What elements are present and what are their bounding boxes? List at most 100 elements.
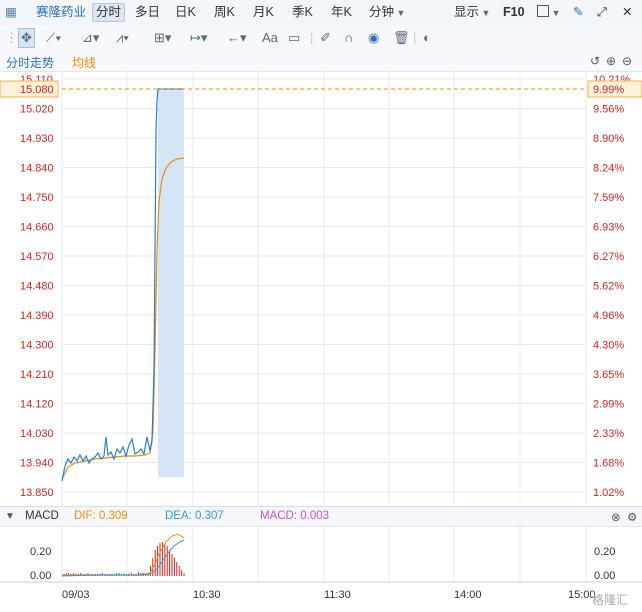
pct-tick: 7.59% xyxy=(593,192,624,204)
close-icon[interactable]: ✕ xyxy=(622,4,632,21)
pct-tick: 6.27% xyxy=(593,251,624,263)
percent-axis: 10.21%9.56%8.90%8.24%7.59%6.93%6.27%5.62… xyxy=(593,74,631,529)
price-tick: 14.840 xyxy=(20,163,54,175)
price-tick: 14.570 xyxy=(20,251,54,263)
minute-label: 分钟 xyxy=(369,5,395,19)
drag-handle-icon[interactable]: ⋮ xyxy=(5,29,18,47)
macd-header: ▼ MACD DIF: 0.309 DEA: 0.307 MACD: 0.003… xyxy=(0,506,642,527)
chart-grid xyxy=(61,71,587,522)
arrow-tool-icon[interactable]: ←▾ xyxy=(227,29,247,47)
visibility-icon[interactable]: ◉ xyxy=(368,29,379,47)
pen-icon[interactable]: ✎ xyxy=(573,4,583,21)
price-tick: 13.850 xyxy=(20,487,54,499)
macd-title[interactable]: MACD xyxy=(25,510,59,522)
period-tab-fenshi[interactable]: 分时 xyxy=(92,3,126,22)
period-tab-week-k[interactable]: 周K xyxy=(214,4,235,21)
pct-tick: 6.93% xyxy=(593,222,624,234)
price-tick: 14.300 xyxy=(20,340,54,352)
reset-icon[interactable]: ↺ xyxy=(590,54,600,68)
f10-button[interactable]: F10 xyxy=(503,4,525,21)
period-tab-minute[interactable]: 分钟 ▼ xyxy=(369,4,405,21)
comment-icon[interactable]: ▭ xyxy=(288,29,300,47)
trash-icon[interactable]: 🗑 xyxy=(393,29,410,47)
close-icon[interactable]: ⊗ xyxy=(611,510,621,524)
period-tab-day-k[interactable]: 日K xyxy=(175,4,196,21)
limit-pct-label: 9.99% xyxy=(593,84,624,96)
dif-value: DIF: 0.309 xyxy=(74,510,128,522)
price-tick: 14.480 xyxy=(20,281,54,293)
intraday-chart[interactable]: 15.110 15.020 14.930 14.840 14.750 14.660 14.5… xyxy=(0,71,642,529)
divider: | xyxy=(413,30,417,45)
display-menu[interactable]: 显示 ▼ xyxy=(454,4,490,21)
watermark: 格隆汇 xyxy=(592,592,628,607)
macd-chart-svg[interactable]: 0.20 0.00 0.20 0.00 09/03 10:30 11:30 14… xyxy=(0,526,642,609)
price-tick: 15.020 xyxy=(20,104,54,116)
magnet-icon[interactable]: ∩ xyxy=(344,29,353,47)
price-tick: 14.390 xyxy=(20,310,54,322)
macd-panel[interactable]: 0.20 0.00 0.20 0.00 09/03 10:30 11:30 14… xyxy=(0,526,642,609)
period-tab-multiday[interactable]: 多日 xyxy=(135,4,160,21)
zoom-out-icon[interactable]: ⊖ xyxy=(622,54,632,68)
chart-title: 分时走势 xyxy=(6,56,55,70)
display-label: 显示 xyxy=(454,5,480,19)
pct-tick: 4.30% xyxy=(593,340,624,352)
pct-tick: 8.90% xyxy=(593,133,624,145)
price-tick: 14.660 xyxy=(20,222,54,234)
line-tool-icon[interactable]: ⟋▾ xyxy=(46,29,61,47)
time-label: 11:30 xyxy=(324,589,351,601)
eraser-icon[interactable]: ✐ xyxy=(320,29,331,47)
dea-value: DEA: 0.307 xyxy=(165,510,224,522)
macd-tick-right: 0.00 xyxy=(594,570,615,582)
dif-line xyxy=(62,533,185,576)
price-tick: 14.030 xyxy=(20,428,54,440)
price-axis: 15.11015.02014.93014.84014.75014.66014.5… xyxy=(20,74,54,529)
wave-tool-icon[interactable]: ⩘▾ xyxy=(116,29,129,47)
layout-square-icon[interactable]: ▼ xyxy=(537,4,560,21)
period-tab-year-k[interactable]: 年K xyxy=(331,4,352,21)
price-tick: 14.930 xyxy=(20,133,54,145)
price-tick: 14.750 xyxy=(20,192,54,204)
time-label: 14:00 xyxy=(454,589,482,601)
price-chart-svg[interactable]: 15.11015.02014.93014.84014.75014.66014.5… xyxy=(0,71,642,529)
toggle-icon[interactable]: ◐ xyxy=(423,29,431,47)
divider: | xyxy=(310,30,314,45)
period-tab-season-k[interactable]: 季K xyxy=(292,4,313,21)
pct-tick: 5.62% xyxy=(593,281,624,293)
collapse-icon[interactable]: ▼ xyxy=(5,511,15,522)
text-tool-icon[interactable]: Aa xyxy=(262,29,278,47)
crosshair-icon[interactable]: ✥ xyxy=(18,28,35,48)
pct-tick: 9.56% xyxy=(593,104,624,116)
grid-menu-icon[interactable]: ▦ xyxy=(5,4,17,21)
macd-tick-right: 0.20 xyxy=(594,546,615,558)
gear-icon[interactable]: ⚙ xyxy=(627,510,637,524)
chevron-down-icon: ▼ xyxy=(394,8,406,18)
pct-tick: 1.68% xyxy=(593,458,624,470)
chart-header: 分时走势 均线 ↺ ⊕ ⊖ xyxy=(0,52,642,72)
price-tick: 14.210 xyxy=(20,369,54,381)
macd-value: MACD: 0.003 xyxy=(260,510,330,522)
macd-histogram xyxy=(63,542,185,576)
fullscreen-icon[interactable]: ⤢ xyxy=(597,4,607,21)
limit-price-label: 15.080 xyxy=(20,84,54,96)
top-toolbar: ▦ 赛隆药业 分时 多日 日K 周K 月K 季K 年K 分钟 ▼ 显示 ▼ F1… xyxy=(0,0,642,26)
pct-tick: 2.99% xyxy=(593,399,624,411)
time-label: 09/03 xyxy=(62,589,90,601)
pct-tick: 1.02% xyxy=(593,487,624,499)
stock-name[interactable]: 赛隆药业 xyxy=(36,4,86,21)
pct-tick: 2.33% xyxy=(593,428,624,440)
avg-line-label: 均线 xyxy=(72,56,97,70)
period-tab-month-k[interactable]: 月K xyxy=(253,4,274,21)
pct-tick: 8.24% xyxy=(593,163,624,175)
zoom-in-icon[interactable]: ⊕ xyxy=(606,54,616,68)
price-tick: 13.940 xyxy=(20,458,54,470)
chevron-down-icon: ▼ xyxy=(479,8,491,18)
macd-tick-left: 0.20 xyxy=(30,546,51,558)
time-label: 10:30 xyxy=(193,589,221,601)
channel-tool-icon[interactable]: ⊿▾ xyxy=(82,29,99,47)
macd-tick-left: 0.00 xyxy=(30,570,51,582)
measure-tool-icon[interactable]: ⊞▾ xyxy=(154,29,171,47)
pct-tick: 3.65% xyxy=(593,369,624,381)
range-tool-icon[interactable]: ↦▾ xyxy=(190,29,207,47)
price-tick: 14.120 xyxy=(20,399,54,411)
dea-line xyxy=(61,539,185,577)
